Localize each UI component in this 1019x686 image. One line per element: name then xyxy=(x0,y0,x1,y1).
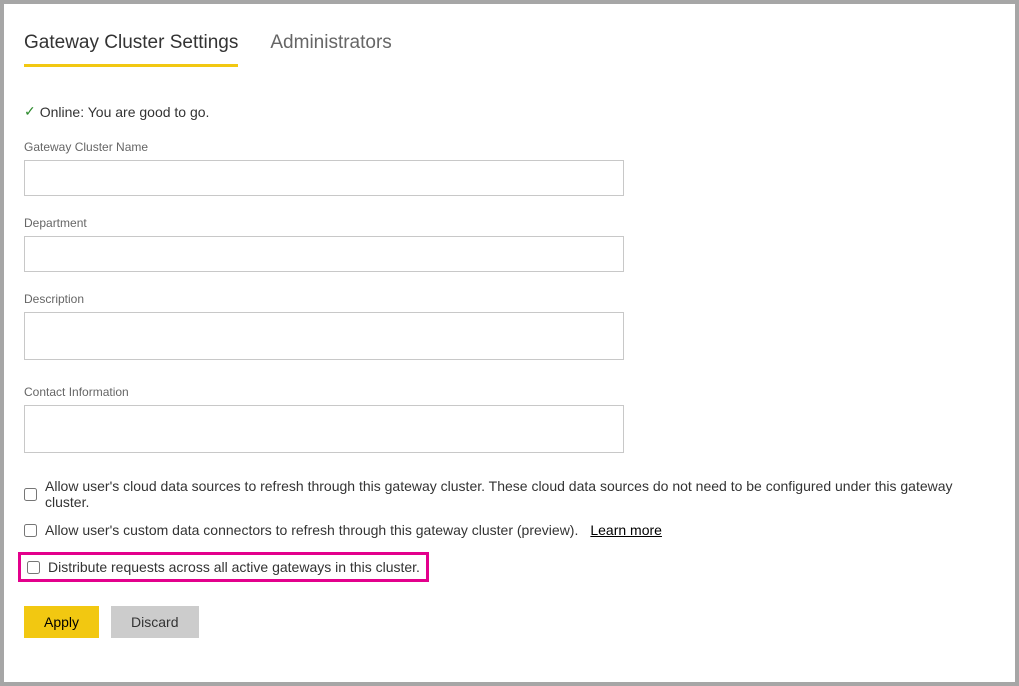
checkbox-label-cloud-sources: Allow user's cloud data sources to refre… xyxy=(45,478,995,510)
discard-button[interactable]: Discard xyxy=(111,606,198,638)
checkbox-cloud-sources[interactable] xyxy=(24,488,37,501)
apply-button[interactable]: Apply xyxy=(24,606,99,638)
tab-gateway-cluster-settings[interactable]: Gateway Cluster Settings xyxy=(24,32,238,67)
tab-bar: Gateway Cluster Settings Administrators xyxy=(24,32,995,67)
status-line: ✓ Online: You are good to go. xyxy=(24,103,995,120)
input-contact[interactable] xyxy=(24,405,624,453)
form-group-cluster-name: Gateway Cluster Name xyxy=(24,140,995,196)
label-cluster-name: Gateway Cluster Name xyxy=(24,140,995,154)
checkbox-label-distribute: Distribute requests across all active ga… xyxy=(48,559,420,575)
learn-more-link[interactable]: Learn more xyxy=(590,522,662,538)
status-text: Online: You are good to go. xyxy=(40,104,210,120)
checkbox-label-custom-connectors: Allow user's custom data connectors to r… xyxy=(45,522,578,538)
form-group-contact: Contact Information xyxy=(24,385,995,458)
checkbox-group-custom-connectors: Allow user's custom data connectors to r… xyxy=(24,522,995,538)
label-description: Description xyxy=(24,292,995,306)
input-department[interactable] xyxy=(24,236,624,272)
settings-panel: Gateway Cluster Settings Administrators … xyxy=(4,4,1015,682)
check-icon: ✓ xyxy=(24,103,36,120)
checkbox-distribute[interactable] xyxy=(27,561,40,574)
tab-administrators[interactable]: Administrators xyxy=(270,32,391,67)
label-contact: Contact Information xyxy=(24,385,995,399)
checkbox-group-distribute: Distribute requests across all active ga… xyxy=(24,550,995,582)
checkbox-custom-connectors[interactable] xyxy=(24,524,37,537)
form-group-department: Department xyxy=(24,216,995,272)
checkbox-group-cloud-sources: Allow user's cloud data sources to refre… xyxy=(24,478,995,510)
label-department: Department xyxy=(24,216,995,230)
input-cluster-name[interactable] xyxy=(24,160,624,196)
form-group-description: Description xyxy=(24,292,995,365)
highlight-box: Distribute requests across all active ga… xyxy=(18,552,429,582)
input-description[interactable] xyxy=(24,312,624,360)
button-row: Apply Discard xyxy=(24,606,995,638)
